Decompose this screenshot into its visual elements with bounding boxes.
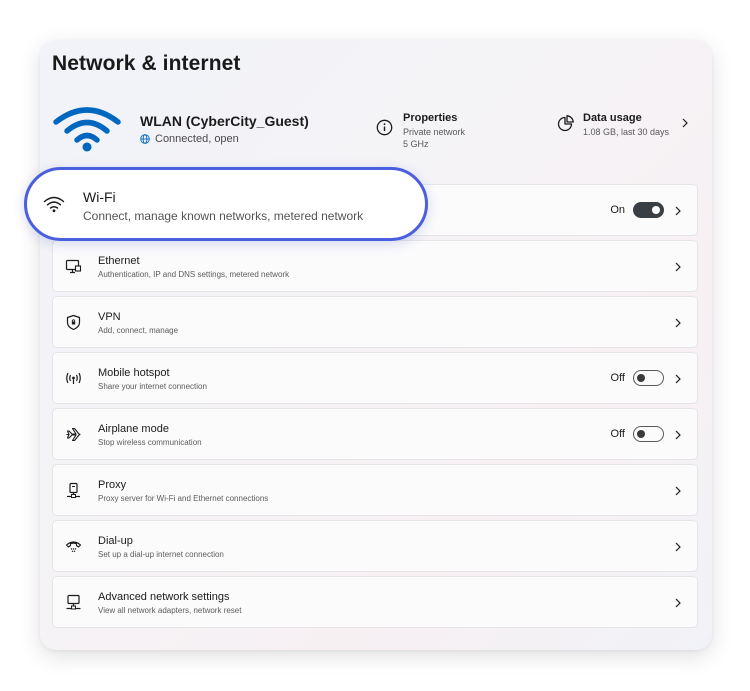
connection-status: Connected, open xyxy=(140,133,239,145)
mobile-hotspot-state: Off xyxy=(610,372,625,384)
chevron-right-icon xyxy=(675,318,681,328)
chevron-right-icon xyxy=(675,598,681,608)
data-usage-detail: 1.08 GB, last 30 days xyxy=(583,127,670,137)
settings-row-vpn[interactable]: VPN Add, connect, manage xyxy=(52,296,698,348)
row-description: Add, connect, manage xyxy=(98,326,179,335)
chevron-right-icon xyxy=(675,262,681,272)
row-label: VPN xyxy=(98,311,121,323)
chevron-right-icon xyxy=(675,206,681,216)
wifi-description: Connect, manage known networks, metered … xyxy=(83,209,364,223)
info-icon xyxy=(376,119,393,136)
pie-chart-icon xyxy=(557,115,574,132)
dialup-icon xyxy=(65,541,82,552)
row-description: View all network adapters, network reset xyxy=(98,606,242,615)
wifi-large-icon xyxy=(53,107,121,152)
settings-row-advanced-network[interactable]: Advanced network settings View all netwo… xyxy=(52,576,698,628)
row-description: Stop wireless communication xyxy=(98,438,202,447)
wifi-label: Wi-Fi xyxy=(83,189,116,205)
wifi-toggle[interactable] xyxy=(633,202,664,218)
airplane-icon xyxy=(66,427,81,442)
settings-panel: Network & internet WLAN (CyberCity_Guest… xyxy=(40,40,712,650)
chevron-right-icon xyxy=(675,430,681,440)
properties-link[interactable]: Properties Private network 5 GHz xyxy=(376,112,465,150)
proxy-icon xyxy=(67,482,80,498)
chevron-right-icon xyxy=(675,542,681,552)
wifi-callout[interactable]: Wi-Fi Connect, manage known networks, me… xyxy=(24,167,428,241)
row-label: Advanced network settings xyxy=(98,591,230,603)
globe-icon xyxy=(140,134,150,144)
chevron-right-icon xyxy=(675,486,681,496)
chevron-right-icon[interactable] xyxy=(680,118,690,128)
mobile-hotspot-toggle[interactable] xyxy=(633,370,664,386)
wifi-state: On xyxy=(610,204,625,216)
row-label: Dial-up xyxy=(98,535,133,547)
row-description: Share your internet connection xyxy=(98,382,207,391)
settings-row-proxy[interactable]: Proxy Proxy server for Wi-Fi and Etherne… xyxy=(52,464,698,516)
row-description: Set up a dial-up internet connection xyxy=(98,550,224,559)
airplane-mode-toggle[interactable] xyxy=(633,426,664,442)
connection-status-text: Connected, open xyxy=(155,133,239,145)
network-name: WLAN (CyberCity_Guest) xyxy=(140,113,309,129)
row-label: Ethernet xyxy=(98,255,140,267)
row-label: Airplane mode xyxy=(98,423,169,435)
advanced-network-icon xyxy=(66,594,81,610)
row-label: Proxy xyxy=(98,479,127,491)
data-usage-title: Data usage xyxy=(583,112,642,124)
settings-row-dial-up[interactable]: Dial-up Set up a dial-up internet connec… xyxy=(52,520,698,572)
data-usage-link[interactable]: Data usage 1.08 GB, last 30 days xyxy=(557,112,669,138)
page-title: Network & internet xyxy=(52,52,241,75)
properties-band: 5 GHz xyxy=(403,139,429,149)
row-description: Proxy server for Wi-Fi and Ethernet conn… xyxy=(98,494,269,503)
row-description: Authentication, IP and DNS settings, met… xyxy=(98,270,290,279)
ethernet-icon xyxy=(65,259,82,274)
settings-row-mobile-hotspot[interactable]: Mobile hotspot Share your internet conne… xyxy=(52,352,698,404)
settings-row-airplane-mode[interactable]: Airplane mode Stop wireless communicatio… xyxy=(52,408,698,460)
row-label: Mobile hotspot xyxy=(98,367,170,379)
settings-row-ethernet[interactable]: Ethernet Authentication, IP and DNS sett… xyxy=(52,240,698,292)
vpn-shield-icon xyxy=(66,314,81,331)
properties-network-type: Private network xyxy=(403,127,466,137)
properties-title: Properties xyxy=(403,112,458,124)
chevron-right-icon xyxy=(675,374,681,384)
wifi-icon xyxy=(43,196,65,213)
hotspot-icon xyxy=(66,372,81,384)
airplane-mode-state: Off xyxy=(610,428,625,440)
